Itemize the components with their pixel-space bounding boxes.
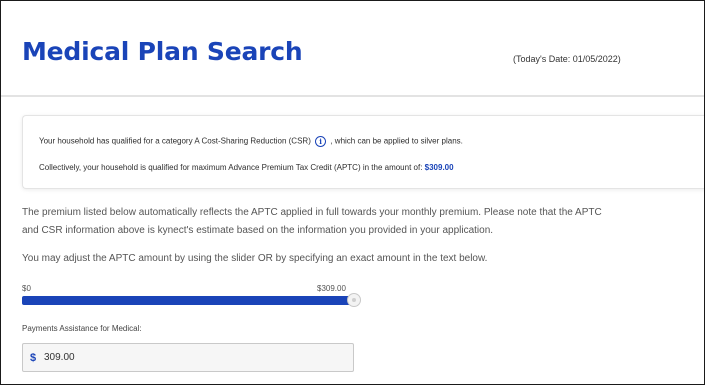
assistance-amount-input[interactable] — [41, 347, 344, 367]
aptc-message-text: Collectively, your household is qualifie… — [39, 163, 423, 172]
assistance-amount-field[interactable]: $ — [22, 343, 354, 372]
aptc-slider-track[interactable] — [22, 296, 354, 305]
aptc-slider-handle[interactable] — [347, 293, 361, 307]
csr-message-text: Your household has qualified for a categ… — [39, 136, 311, 146]
assistance-field-label: Payments Assistance for Medical: — [22, 324, 142, 333]
info-circle-icon[interactable]: i — [315, 136, 327, 147]
header-divider — [1, 95, 704, 97]
premium-explanation: The premium listed below automatically r… — [22, 204, 602, 240]
currency-symbol: $ — [30, 352, 37, 364]
slider-max-label: $309.00 — [317, 284, 346, 293]
adjust-instructions: You may adjust the APTC amount by using … — [22, 253, 488, 264]
eligibility-info-card: Your household has qualified for a categ… — [22, 115, 704, 189]
page-frame: Medical Plan Search (Today's Date: 01/05… — [0, 0, 705, 385]
page-title: Medical Plan Search — [22, 37, 303, 66]
premium-explanation-line-1: The premium listed below automatically r… — [22, 207, 602, 218]
todays-date: (Today's Date: 01/05/2022) — [513, 54, 621, 64]
aptc-message: Collectively, your household is qualifie… — [39, 163, 454, 172]
premium-explanation-line-2: and CSR information above is kynect's es… — [22, 225, 494, 236]
section-divider — [1, 384, 704, 385]
csr-message-suffix: , which can be applied to silver plans. — [330, 136, 463, 146]
csr-message: Your household has qualified for a categ… — [39, 136, 463, 147]
page-header: Medical Plan Search (Today's Date: 01/05… — [1, 1, 704, 96]
slider-min-label: $0 — [22, 284, 31, 293]
aptc-max-amount: $309.00 — [424, 163, 454, 172]
